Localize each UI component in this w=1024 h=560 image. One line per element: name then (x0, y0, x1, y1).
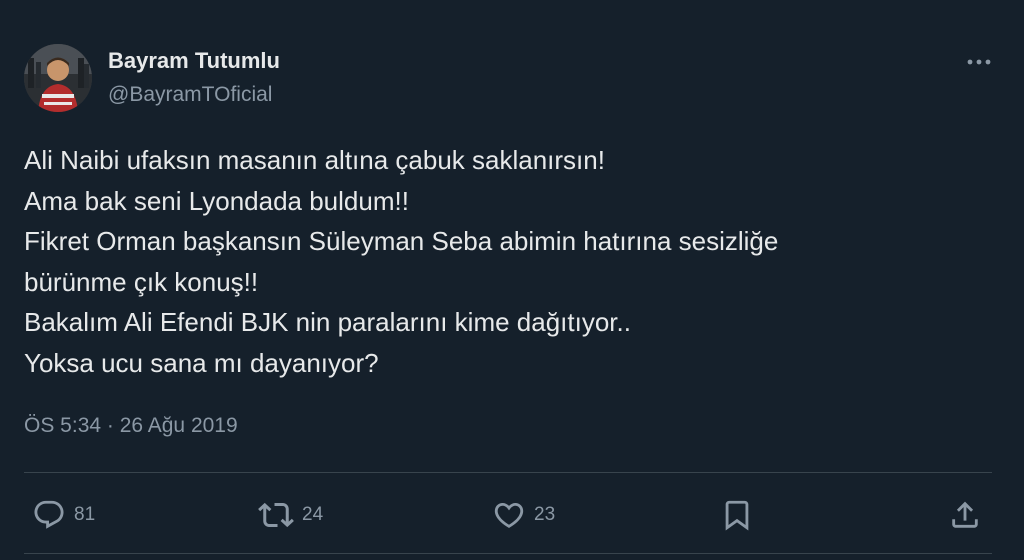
reply-icon (34, 500, 64, 529)
author-name[interactable]: Bayram Tutumlu (108, 48, 280, 74)
tweet-card: Bayram Tutumlu @BayramTOficial Ali Naibi… (0, 0, 1024, 560)
tweet-text-line: Ali Naibi ufaksın masanın altına çabuk s… (24, 145, 605, 175)
retweet-count: 24 (302, 504, 324, 525)
tweet-text-line: Fikret Orman başkansın Süleyman Seba abi… (24, 226, 779, 256)
reply-count: 81 (74, 504, 96, 525)
reply-button[interactable]: 81 (32, 495, 95, 535)
tweet-text-line: Yoksa ucu sana mı dayanıyor? (24, 347, 379, 378)
bookmark-button[interactable] (720, 495, 754, 535)
heart-icon (494, 502, 524, 528)
like-count: 23 (534, 504, 556, 525)
tweet-text-line: Bakalım Ali Efendi BJK nin paralarını ki… (24, 307, 631, 337)
tweet-text: Ali Naibi ufaksın masanın altına çabuk s… (24, 140, 984, 383)
like-button[interactable]: 23 (492, 495, 555, 535)
more-icon (967, 59, 991, 65)
tweet-timestamp[interactable]: ÖS 5:34 · 26 Ağu 2019 (24, 414, 238, 438)
action-bar: 81 24 23 (0, 495, 1024, 535)
divider (24, 553, 992, 554)
bookmark-icon (725, 500, 749, 531)
divider (24, 472, 992, 473)
retweet-button[interactable]: 24 (258, 495, 323, 535)
more-options-button[interactable] (964, 52, 994, 72)
retweet-icon (258, 502, 294, 528)
share-button[interactable] (948, 495, 982, 535)
avatar[interactable] (24, 44, 92, 112)
share-icon (952, 501, 978, 528)
tweet-text-line: Ama bak seni Lyondada buldum!! (24, 185, 409, 216)
tweet-text-line: bürünme çık konuş!! (24, 266, 259, 297)
author-handle[interactable]: @BayramTOficial (108, 83, 272, 107)
